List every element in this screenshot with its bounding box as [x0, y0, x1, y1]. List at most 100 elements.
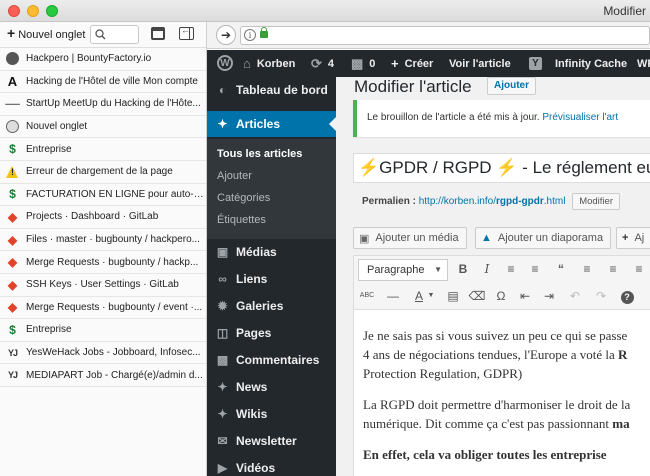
clear-formatting-icon[interactable]: ⌫: [468, 287, 486, 305]
body-text: numérique. Dit comme ça c'est pas passio…: [363, 416, 613, 431]
comment-icon: ▩: [351, 55, 364, 71]
back-arrow-icon: ➔: [220, 28, 232, 42]
help-icon[interactable]: ?: [618, 287, 636, 305]
url-bar[interactable]: i: [240, 26, 650, 45]
indent-icon[interactable]: ⇥: [540, 287, 558, 305]
italic-button[interactable]: I: [478, 260, 496, 278]
menu-item-articles[interactable]: ✦ Articles: [207, 111, 336, 137]
menu-item-pages[interactable]: ◫ Pages: [207, 320, 336, 346]
special-char-icon[interactable]: Ω: [492, 287, 510, 305]
tab-item[interactable]: ◆ Merge Requests · bugbounty / event ·...: [0, 297, 206, 320]
tab-item[interactable]: Erreur de chargement de la page: [0, 161, 206, 184]
zoom-window-button[interactable]: [46, 5, 58, 17]
comment-icon: ▩: [216, 353, 229, 367]
new-tab-button[interactable]: + Nouvel onglet: [7, 26, 85, 41]
format-select-value: Paragraphe: [367, 264, 425, 276]
collapse-sidebar-icon[interactable]: [179, 25, 194, 40]
paste-text-icon[interactable]: ▤: [444, 287, 462, 305]
comments-link[interactable]: ▩ 0: [351, 50, 375, 77]
create-link[interactable]: + Créer: [391, 50, 433, 77]
tab-item[interactable]: A Hacking de l'Hôtel de ville Mon compte: [0, 71, 206, 94]
info-icon[interactable]: i: [244, 29, 256, 41]
redo-icon[interactable]: ↷: [592, 287, 610, 305]
outdent-icon[interactable]: ⇤: [516, 287, 534, 305]
wp-admin-menu: ◐ Tableau de bord ✦ Articles Tous les arti…: [207, 77, 336, 476]
submenu-add[interactable]: Ajouter: [217, 170, 252, 182]
body-paragraph: La RGPD doit permettre d'harmoniser le d…: [363, 395, 650, 433]
tab-item[interactable]: Nouvel onglet: [0, 116, 206, 139]
tab-item[interactable]: $ Entreprise: [0, 319, 206, 342]
numbered-list-icon[interactable]: ≡: [526, 260, 544, 278]
wordpress-logo-icon[interactable]: W: [217, 55, 233, 71]
add-slideshow-button[interactable]: ▲ Ajouter un diaporama: [475, 227, 612, 249]
plus-icon: +: [391, 56, 399, 71]
tab-item[interactable]: ◆ Files · master · bugbounty / hackpero..…: [0, 229, 206, 252]
tab-item[interactable]: $ FACTURATION EN LIGNE pour auto-e...: [0, 184, 206, 207]
infinity-cache-link[interactable]: Infinity Cache: [555, 50, 627, 77]
gallery-icon: ✹: [217, 299, 228, 313]
add-media-button[interactable]: ▣ Ajouter un média: [353, 227, 467, 249]
permalink-slug: rgpd-gpdr: [495, 196, 544, 207]
menu-label: Wikis: [236, 407, 268, 421]
preview-link[interactable]: Prévisualiser l'art: [542, 112, 618, 123]
tab-item[interactable]: YJ YesWeHack Jobs - Jobboard, Infosec...: [0, 342, 206, 365]
menu-item-newsletter[interactable]: ✉ Newsletter: [207, 428, 336, 454]
menu-item-news[interactable]: ✦ News: [207, 374, 336, 400]
align-left-icon[interactable]: ≡: [578, 260, 596, 278]
globe-icon: [6, 120, 19, 134]
format-select[interactable]: Paragraphe ▼: [358, 259, 448, 281]
yoast-icon: Y: [529, 57, 542, 70]
tab-item[interactable]: YJ MEDIAPART Job - Chargé(e)/admin d...: [0, 364, 206, 387]
minimize-window-button[interactable]: [27, 5, 39, 17]
menu-label: Commentaires: [236, 353, 320, 367]
add-new-button[interactable]: Ajouter: [487, 77, 536, 95]
gitlab-icon: ◆: [7, 255, 18, 270]
tab-item[interactable]: ◆ SSH Keys · User Settings · GitLab: [0, 274, 206, 297]
bullet-list-icon[interactable]: ≡: [502, 260, 520, 278]
post-title-input[interactable]: ⚡GPDR / RGPD ⚡ - Le réglement eu: [353, 153, 650, 183]
wp-link[interactable]: WP: [637, 50, 650, 77]
menu-label: Liens: [236, 272, 268, 286]
window-icon[interactable]: [151, 27, 165, 40]
view-post-link[interactable]: Voir l'article: [449, 50, 511, 77]
tab-search-input[interactable]: [90, 25, 139, 44]
tab-item[interactable]: ◆ Merge Requests · bugbounty / hackp...: [0, 251, 206, 274]
blockquote-icon[interactable]: “: [552, 260, 570, 278]
menu-item-galleries[interactable]: ✹ Galeries: [207, 293, 336, 319]
permalink-url[interactable]: http://korben.info/rgpd-gpdr.html: [419, 196, 566, 207]
align-center-icon[interactable]: ≡: [604, 260, 622, 278]
submenu-categories[interactable]: Catégories: [217, 192, 270, 204]
letter-a-icon: A: [7, 73, 18, 89]
add-more-button[interactable]: + Aj: [616, 227, 650, 249]
edit-post-content: Modifier l'article Ajouter Le brouillon …: [336, 77, 650, 476]
tab-item[interactable]: ⸺ StartUp MeetUp du Hacking de l'Hôte...: [0, 93, 206, 116]
tab-item[interactable]: Hackpero | BountyFactory.io: [0, 48, 206, 71]
edit-permalink-button[interactable]: Modifier: [572, 193, 620, 210]
menu-label: Articles: [236, 117, 281, 131]
horizontal-line-icon[interactable]: —: [384, 287, 402, 305]
menu-item-media[interactable]: ▣ Médias: [207, 239, 336, 265]
chevron-down-icon: ▼: [434, 265, 442, 274]
tab-item[interactable]: $ Entreprise: [0, 138, 206, 161]
updates-link[interactable]: ⟳ 4: [311, 50, 334, 77]
menu-item-wikis[interactable]: ✦ Wikis: [207, 401, 336, 427]
back-button[interactable]: ➔: [216, 25, 236, 45]
tab-label: Files · master · bugbounty / hackpero...: [26, 234, 200, 246]
strikethrough-icon[interactable]: ABC: [358, 287, 376, 305]
menu-item-videos[interactable]: ▶ Vidéos: [207, 455, 336, 476]
submenu-tags[interactable]: Étiquettes: [217, 214, 266, 226]
menu-item-comments[interactable]: ▩ Commentaires: [207, 347, 336, 373]
align-right-icon[interactable]: ≡: [630, 260, 648, 278]
yoast-link[interactable]: Y: [529, 50, 548, 77]
submenu-all-posts[interactable]: Tous les articles: [217, 148, 302, 160]
wp-admin-bar: W ⌂ Korben ⟳ 4 ▩ 0 + Créer Voir l'article Y …: [207, 50, 650, 77]
tab-item[interactable]: ◆ Projects · Dashboard · GitLab: [0, 206, 206, 229]
bold-button[interactable]: B: [454, 260, 472, 278]
site-name-link[interactable]: ⌂ Korben: [243, 50, 295, 77]
chevron-down-icon[interactable]: ▼: [422, 287, 440, 305]
menu-item-dashboard[interactable]: ◐ Tableau de bord: [207, 77, 336, 103]
close-window-button[interactable]: [8, 5, 20, 17]
menu-item-links[interactable]: ∞ Liens: [207, 266, 336, 292]
editor-body[interactable]: Je ne sais pas si vous suivez un peu ce …: [353, 309, 650, 476]
undo-icon[interactable]: ↶: [566, 287, 584, 305]
